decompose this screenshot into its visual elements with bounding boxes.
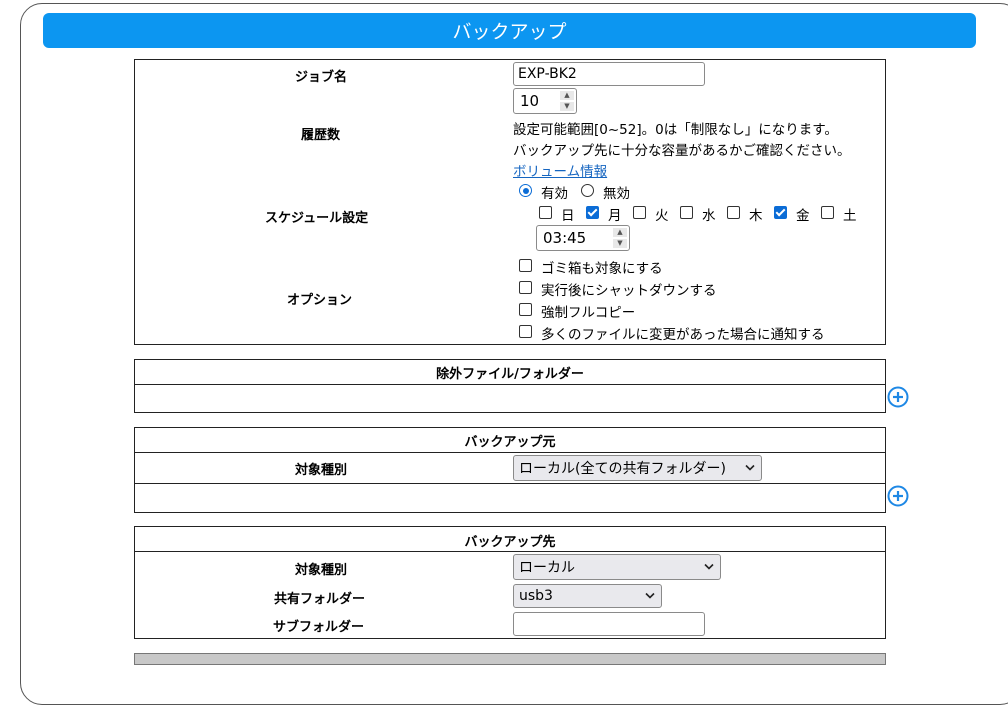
option-trash-label: ゴミ箱も対象にする xyxy=(541,261,663,277)
day-sun-checkbox[interactable] xyxy=(539,206,552,219)
day-sun-label: 日 xyxy=(561,208,575,224)
chevron-down-icon xyxy=(745,464,755,471)
source-panel: バックアップ元 対象種別 ローカル(全ての共有フォルダー) xyxy=(134,427,886,513)
destination-title: バックアップ先 xyxy=(464,535,556,550)
job-name-input[interactable]: EXP-BK2 xyxy=(513,62,705,86)
source-type-value: ローカル(全ての共有フォルダー) xyxy=(519,461,726,477)
schedule-disabled-radio[interactable] xyxy=(581,184,594,197)
share-folder-value: usb3 xyxy=(519,588,553,604)
source-type-label: 対象種別 xyxy=(295,463,348,478)
job-settings-panel: ジョブ名 EXP-BK2 履歴数 10 ▲ ▼ 設定可能範囲[0~52]。0は「制… xyxy=(134,59,886,345)
chevron-down-icon xyxy=(704,563,714,570)
day-tue-checkbox[interactable] xyxy=(633,206,646,219)
history-value: 10 xyxy=(520,92,540,110)
day-thu-checkbox[interactable] xyxy=(727,206,740,219)
schedule-time-stepper-buttons[interactable]: ▲ ▼ xyxy=(613,228,627,248)
history-label: 履歴数 xyxy=(301,128,341,143)
option-full-copy-checkbox[interactable] xyxy=(519,303,532,316)
source-divider-2 xyxy=(135,483,885,484)
option-shutdown-checkbox[interactable] xyxy=(519,281,532,294)
source-add-icon[interactable] xyxy=(887,485,909,507)
options-label: オプション xyxy=(287,293,353,308)
history-stepper-buttons[interactable]: ▲ ▼ xyxy=(560,91,574,111)
destination-type-select[interactable]: ローカル xyxy=(513,554,721,580)
share-folder-label: 共有フォルダー xyxy=(274,592,366,607)
destination-panel: バックアップ先 対象種別 ローカル 共有フォルダー usb3 サブフォルダー xyxy=(134,526,886,639)
history-note-capacity: バックアップ先に十分な容量があるかご確認ください。 xyxy=(513,143,851,159)
destination-type-label: 対象種別 xyxy=(295,563,348,578)
day-tue-label: 火 xyxy=(655,208,669,224)
option-full-copy-label: 強制フルコピー xyxy=(541,305,636,321)
option-notify-label: 多くのファイルに変更があった場合に通知する xyxy=(541,327,825,343)
option-notify-checkbox[interactable] xyxy=(519,325,532,338)
destination-divider xyxy=(135,551,885,552)
history-stepper[interactable]: 10 ▲ ▼ xyxy=(513,88,577,114)
schedule-time-value: 03:45 xyxy=(543,229,587,247)
option-trash-checkbox[interactable] xyxy=(519,259,532,272)
chevron-down-icon xyxy=(645,592,655,599)
job-name-label: ジョブ名 xyxy=(295,70,348,85)
subfolder-input[interactable] xyxy=(513,612,705,636)
option-shutdown-label: 実行後にシャットダウンする xyxy=(541,283,717,299)
source-title: バックアップ元 xyxy=(464,435,556,450)
day-wed-label: 水 xyxy=(702,208,716,224)
exclude-add-icon[interactable] xyxy=(887,386,909,408)
page-title: バックアップ xyxy=(452,21,567,43)
day-sat-checkbox[interactable] xyxy=(821,206,834,219)
source-type-select[interactable]: ローカル(全ての共有フォルダー) xyxy=(513,455,762,481)
day-wed-checkbox[interactable] xyxy=(680,206,693,219)
history-note-range: 設定可能範囲[0~52]。0は「制限なし」になります。 xyxy=(513,122,838,138)
schedule-disabled-label: 無効 xyxy=(603,186,630,202)
subfolder-label: サブフォルダー xyxy=(273,620,365,635)
page-header: バックアップ xyxy=(43,13,976,48)
source-divider-1 xyxy=(135,452,885,453)
volume-info-link[interactable]: ボリューム情報 xyxy=(513,160,607,180)
share-folder-select[interactable]: usb3 xyxy=(513,584,662,608)
destination-type-value: ローカル xyxy=(519,560,575,576)
exclude-panel: 除外ファイル/フォルダー xyxy=(134,359,886,413)
job-name-value: EXP-BK2 xyxy=(518,66,577,82)
day-fri-label: 金 xyxy=(796,208,810,224)
schedule-time-input[interactable]: 03:45 ▲ ▼ xyxy=(536,225,630,251)
day-fri-checkbox[interactable] xyxy=(774,206,787,219)
schedule-enabled-radio[interactable] xyxy=(519,184,532,197)
day-thu-label: 木 xyxy=(749,208,763,224)
schedule-enabled-label: 有効 xyxy=(541,186,568,202)
schedule-label: スケジュール設定 xyxy=(265,211,369,226)
day-mon-checkbox[interactable] xyxy=(586,206,599,219)
day-mon-label: 月 xyxy=(608,208,622,224)
exclude-title: 除外ファイル/フォルダー xyxy=(436,367,584,382)
next-section-bar xyxy=(134,653,886,665)
exclude-divider xyxy=(135,384,885,385)
day-sat-label: 土 xyxy=(843,208,857,224)
